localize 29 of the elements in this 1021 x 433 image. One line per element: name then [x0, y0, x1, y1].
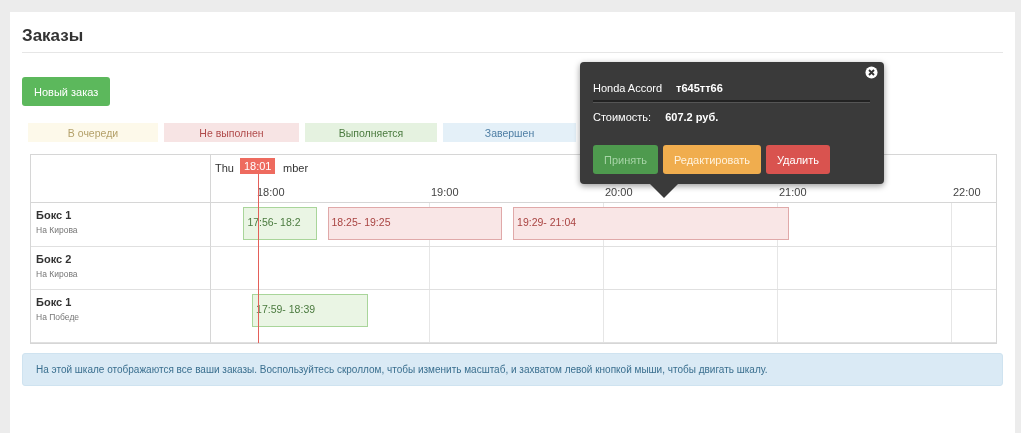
date-label: Thu — [215, 162, 234, 174]
license-plate: т645тт66 — [676, 82, 723, 94]
legend-chip: Выполняется — [305, 123, 437, 142]
current-time-badge: 18:01 — [239, 158, 276, 174]
popover-button[interactable]: Удалить — [765, 145, 830, 174]
box-location: На Кирова — [36, 225, 79, 235]
legend-chip: В очереди — [28, 123, 158, 142]
date-label: mber — [283, 162, 309, 174]
page-title: Заказы — [22, 26, 85, 47]
hour-label: 21:00 — [779, 186, 807, 198]
box-name: Бокс 2 — [36, 253, 73, 265]
hour-label: 22:00 — [953, 186, 981, 198]
box-name: Бокс 1 — [36, 209, 73, 221]
legend-chip: Завершен — [443, 123, 576, 142]
box-location: На Кирова — [36, 269, 79, 279]
order-bar[interactable]: 18:25- 19:25 — [327, 207, 502, 240]
box-name: Бокс 1 — [36, 296, 73, 308]
hour-label: 18:00 — [257, 186, 285, 198]
info-alert: На этой шкале отображаются все ваши заказы. Воспользуйтесь скроллом, чтобы изменить масштаб, и захватом левой кнопкой мыши, чтобы двигать шкалу. — [22, 353, 1003, 386]
order-bar[interactable]: 19:29- 21:04 — [513, 207, 789, 240]
cost-label: Стоимость: — [593, 111, 652, 123]
car-model: Honda Accord — [593, 82, 663, 94]
legend-chip: Не выполнен — [164, 123, 299, 142]
cost-value: 607.2 руб. — [665, 111, 719, 123]
hour-label: 19:00 — [431, 186, 459, 198]
close-icon[interactable] — [865, 66, 878, 79]
box-location: На Победе — [36, 312, 81, 322]
new-order-button[interactable]: Новый заказ — [22, 77, 111, 106]
hour-label: 20:00 — [605, 186, 633, 198]
